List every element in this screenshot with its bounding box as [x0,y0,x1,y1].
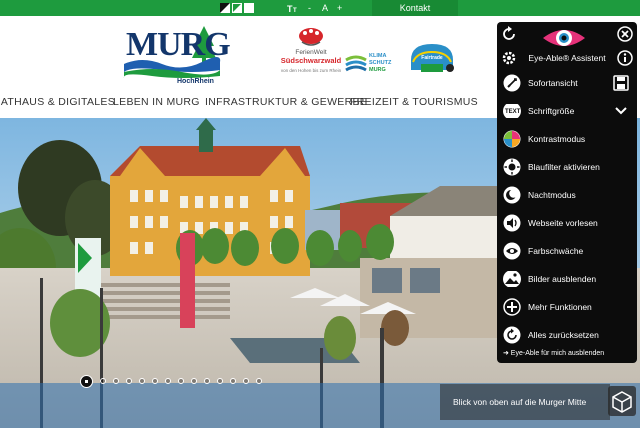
reset-icon [503,326,521,344]
panel-item-kontrast[interactable]: Kontrastmodus [497,126,637,154]
slider-dot[interactable] [243,378,249,384]
color-wheel-icon [503,130,521,148]
slider-dot[interactable] [165,378,171,384]
gear-icon[interactable] [501,50,517,66]
panel-item-zuruecksetzen[interactable]: Alles zurücksetzen [497,322,637,350]
fairtrade-label: Fairtrade [421,55,443,61]
klima-wave-icon [345,55,367,72]
eye-able-toggle-button[interactable] [608,386,636,416]
slider-dot[interactable] [126,378,132,384]
svg-text:TEXT: TEXT [505,109,521,115]
panel-item-nachtmodus[interactable]: Nachtmodus [497,182,637,210]
nav-item-freizeit[interactable]: FREIZEIT & TOURISMUS [350,96,478,108]
font-size-icon[interactable]: TT [287,3,299,13]
close-icon[interactable] [617,26,633,42]
info-icon[interactable] [617,50,633,66]
panel-item-mehr[interactable]: Mehr Funktionen [497,294,637,322]
panel-item-sofortansicht[interactable]: Sofortansicht [497,70,637,98]
plus-circle-icon [503,298,521,316]
font-reset-button[interactable]: A [322,2,328,14]
ferienwelt-line2: Südschwarzwald [280,56,342,65]
panel-item-label: Blaufilter aktivieren [528,162,600,172]
slider-dot[interactable] [152,378,158,384]
panel-item-label: Nachtmodus [528,190,576,200]
slider-dot[interactable] [191,378,197,384]
contrast-inverted-icon[interactable] [220,3,230,13]
speaker-icon [503,214,521,232]
klimaschutz-logo[interactable]: KLIMA SCHUTZ MURG [345,50,401,78]
eye-able-logo-icon [543,30,585,46]
panel-item-label: Mehr Funktionen [528,302,592,312]
save-icon[interactable] [613,75,629,91]
panel-item-vorlesen[interactable]: Webseite vorlesen [497,210,637,238]
ferienwelt-logo[interactable]: FerienWelt Südschwarzwald von den Hohen … [278,26,344,80]
svg-text:T: T [293,8,297,13]
utility-bar: TT - A + Kontakt [0,0,640,16]
panel-item-label: Farbschwäche [528,246,584,256]
slider-dot[interactable] [100,378,106,384]
panel-item-label: Schriftgröße [528,106,575,116]
hide-eye-able-link[interactable]: ➜ Eye-Able für mich ausblenden [503,349,604,357]
panel-item-blaufilter[interactable]: Blaufilter aktivieren [497,154,637,182]
sun-icon [503,158,521,176]
font-decrease-button[interactable]: - [308,2,311,14]
eye-able-panel: Eye-Able® Assistent Sofortansicht TEXT S… [497,22,637,363]
panel-item-farbschwaeche[interactable]: Farbschwäche [497,238,637,266]
font-increase-button[interactable]: + [337,2,342,14]
ferienwelt-tagline: von den Hohen bis zum Rhein [280,68,342,73]
panel-item-label: Sofortansicht [528,78,578,88]
logo-subtitle: HochRhein [177,78,214,85]
contact-link[interactable]: Kontakt [372,0,458,16]
moon-icon [503,186,521,204]
image-icon [503,271,521,287]
nav-item-infrastruktur[interactable]: INFRASTRUKTUR & GEWERBE [205,96,367,108]
slider-dot[interactable] [217,378,223,384]
slider-dot-active[interactable] [80,375,93,388]
slide-caption: Blick von oben auf die Murger Mitte [440,384,610,420]
nav-item-leben[interactable]: LEBEN IN MURG [113,96,200,108]
fairtrade-logo[interactable]: Fairtrade [407,40,457,76]
slider-dot[interactable] [139,378,145,384]
klima-line1: KLIMA [369,53,387,59]
contrast-light-icon[interactable] [244,3,254,13]
contrast-normal-icon[interactable] [232,3,242,13]
slider-dot[interactable] [230,378,236,384]
murg-logo[interactable]: MURG HochRhein [122,22,231,91]
ferienwelt-mark-icon [299,28,323,46]
accessibility-cube-icon [612,391,632,413]
logo-text: MURG [126,26,231,63]
text-size-icon: TEXT [503,104,521,118]
panel-item-label: Kontrastmodus [528,134,586,144]
klima-line3: MURG [369,67,386,73]
slider-dot[interactable] [204,378,210,384]
panel-item-bilder[interactable]: Bilder ausblenden [497,266,637,294]
chevron-down-icon[interactable] [615,106,627,116]
eye-settings-icon [503,242,521,260]
slider-dot[interactable] [178,378,184,384]
slider-dot[interactable] [113,378,119,384]
slider-dot[interactable] [256,378,262,384]
nav-item-rathaus[interactable]: RATHAUS & DIGITALES [0,96,115,108]
refresh-icon[interactable] [501,26,517,42]
klima-line2: SCHUTZ [369,60,392,66]
panel-title: Eye-Able® Assistent [528,53,606,63]
rocket-icon [503,74,521,92]
panel-item-schriftgroesse[interactable]: TEXT Schriftgröße [497,98,637,126]
panel-item-label: Alles zurücksetzen [528,330,599,340]
panel-item-label: Bilder ausblenden [528,274,597,284]
panel-item-label: Webseite vorlesen [528,218,598,228]
